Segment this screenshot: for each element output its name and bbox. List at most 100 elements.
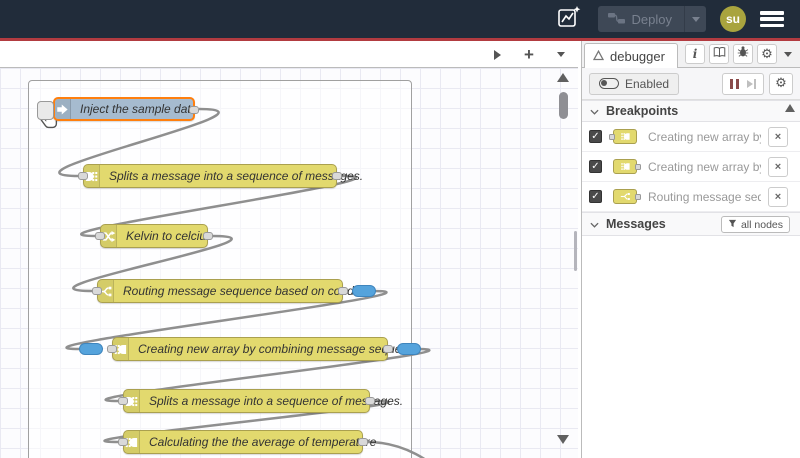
- breakpoint-indicator-input[interactable]: [79, 343, 103, 355]
- menu-bar-icon: [760, 11, 784, 15]
- breakpoint-label: Routing message sequence based on condit…: [648, 189, 761, 204]
- breakpoint-label: Creating new array by combining message …: [648, 129, 761, 144]
- help-sidebar-button[interactable]: [709, 44, 729, 64]
- debugger-icon: [592, 49, 605, 64]
- debug-sidebar-button[interactable]: [733, 44, 753, 64]
- sidebar-splitter-handle[interactable]: [574, 231, 577, 271]
- deploy-nodes-icon: [607, 11, 625, 28]
- breakpoint-indicator-output[interactable]: [352, 285, 376, 297]
- canvas-scroll-down-button[interactable]: [557, 435, 569, 444]
- node-input-port[interactable]: [78, 172, 88, 180]
- tab-debugger-label: debugger: [610, 49, 665, 64]
- breakpoint-label: Creating new array by combining message …: [648, 159, 761, 174]
- node-input-port[interactable]: [92, 287, 102, 295]
- filter-funnel-icon: [728, 219, 737, 231]
- breakpoint-row: ✓ Creating new array by combining message…: [582, 122, 800, 152]
- flow-node-split1[interactable]: Splits a message into a sequence of mess…: [78, 164, 363, 188]
- node-output-port[interactable]: [358, 438, 368, 446]
- breakpoints-title: Breakpoints: [606, 104, 679, 118]
- pause-icon: [735, 78, 739, 89]
- step-next-icon: [746, 79, 753, 88]
- book-icon: [713, 45, 726, 63]
- chevron-down-icon: [784, 51, 792, 57]
- flow-canvas[interactable]: Inject the sample data Splits a message i…: [0, 68, 578, 458]
- node-output-port[interactable]: [383, 345, 393, 353]
- mini-node-port: [635, 193, 641, 200]
- flow-tabstrip: +: [0, 41, 578, 68]
- flow-node-change1[interactable]: Kelvin to celcius: [95, 224, 213, 248]
- node-label: Calculating the the average of temperatu…: [149, 435, 377, 449]
- deploy-options-caret[interactable]: [684, 6, 706, 32]
- breakpoint-indicator-output[interactable]: [397, 343, 421, 355]
- flow-sparkle-icon: [556, 5, 582, 34]
- info-sidebar-button[interactable]: i: [685, 44, 705, 64]
- chevron-down-icon: [590, 217, 599, 231]
- chevron-down-icon: [691, 16, 700, 22]
- node-output-port[interactable]: [365, 397, 375, 405]
- remove-breakpoint-button[interactable]: ×: [768, 186, 788, 207]
- mini-node-port: [609, 133, 615, 140]
- mini-node-join-icon: [609, 129, 637, 144]
- flow-node-split2[interactable]: Splits a message into a sequence of mess…: [118, 389, 403, 413]
- node-output-port[interactable]: [338, 287, 348, 295]
- sidebar-menu-caret[interactable]: [781, 44, 795, 64]
- node-output-port[interactable]: [189, 106, 199, 114]
- menu-bar-icon: [760, 23, 784, 27]
- messages-filter-button[interactable]: all nodes: [720, 216, 790, 233]
- toggle-icon: [599, 78, 619, 89]
- debugger-enabled-toggle[interactable]: Enabled: [589, 72, 680, 95]
- flow-list-button[interactable]: [552, 45, 570, 65]
- header-bar: Deploy su: [0, 0, 800, 38]
- step-button[interactable]: [746, 78, 756, 89]
- debugger-toolbar: Enabled ⚙: [582, 68, 800, 100]
- flow-node-join1[interactable]: Creating new array by combining message …: [79, 337, 421, 361]
- config-nodes-button[interactable]: ⚙: [757, 44, 777, 64]
- breakpoint-checkbox-checked[interactable]: ✓: [589, 160, 602, 173]
- tab-scroll-right-button[interactable]: [488, 45, 506, 65]
- enabled-label: Enabled: [625, 76, 670, 91]
- step-next-icon: [753, 78, 756, 89]
- add-flow-button[interactable]: +: [520, 45, 538, 65]
- sidebar-scroll-up-button[interactable]: [785, 104, 795, 112]
- flow-node-inject[interactable]: Inject the sample data: [37, 97, 199, 121]
- flow-node-switch1[interactable]: Routing message sequence based on condit…: [92, 279, 376, 303]
- node-input-port[interactable]: [107, 345, 117, 353]
- breakpoint-checkbox-checked[interactable]: ✓: [589, 130, 602, 143]
- flow-node-join2[interactable]: Calculating the the average of temperatu…: [118, 430, 376, 454]
- user-avatar[interactable]: su: [720, 6, 746, 32]
- breakpoint-checkbox-checked[interactable]: ✓: [589, 190, 602, 203]
- sidebar-tabstrip: debugger i ⚙: [582, 41, 800, 69]
- mini-node-switch-icon: [613, 189, 641, 204]
- pause-icon: [730, 78, 733, 89]
- inject-arrow-icon: [55, 99, 71, 119]
- node-input-port[interactable]: [118, 438, 128, 446]
- gear-icon: ⚙: [775, 76, 787, 91]
- deploy-label: Deploy: [631, 11, 672, 27]
- tab-debugger[interactable]: debugger: [584, 43, 678, 69]
- node-output-port[interactable]: [332, 172, 342, 180]
- remove-breakpoint-button[interactable]: ×: [768, 156, 788, 177]
- mini-node-port: [635, 163, 641, 170]
- breakpoints-section-header[interactable]: Breakpoints: [582, 100, 800, 122]
- main-menu-button[interactable]: [760, 10, 784, 28]
- info-icon: i: [692, 47, 698, 61]
- canvas-scrollbar-thumb[interactable]: [559, 92, 568, 119]
- node-output-port[interactable]: [203, 232, 213, 240]
- deploy-button[interactable]: Deploy: [597, 6, 706, 32]
- bug-icon: [737, 45, 749, 63]
- canvas-scroll-up-button[interactable]: [557, 73, 569, 82]
- node-input-port[interactable]: [95, 232, 105, 240]
- node-input-port[interactable]: [118, 397, 128, 405]
- workspace: + Inject the sample data Splits a message…: [0, 41, 578, 458]
- pause-button[interactable]: [730, 78, 739, 89]
- messages-section-header[interactable]: Messages all nodes: [582, 212, 800, 236]
- mini-node-join-icon: [613, 159, 641, 174]
- pause-step-button-group: [722, 72, 764, 95]
- plus-icon: +: [524, 45, 534, 64]
- debugger-settings-button[interactable]: ⚙: [769, 72, 793, 95]
- inject-trigger-button[interactable]: [37, 101, 54, 120]
- breakpoint-row: ✓ Routing message sequence based on condi…: [582, 182, 800, 212]
- remove-breakpoint-button[interactable]: ×: [768, 126, 788, 147]
- node-label: Inject the sample data: [80, 102, 198, 116]
- ai-assistant-button[interactable]: [554, 5, 584, 34]
